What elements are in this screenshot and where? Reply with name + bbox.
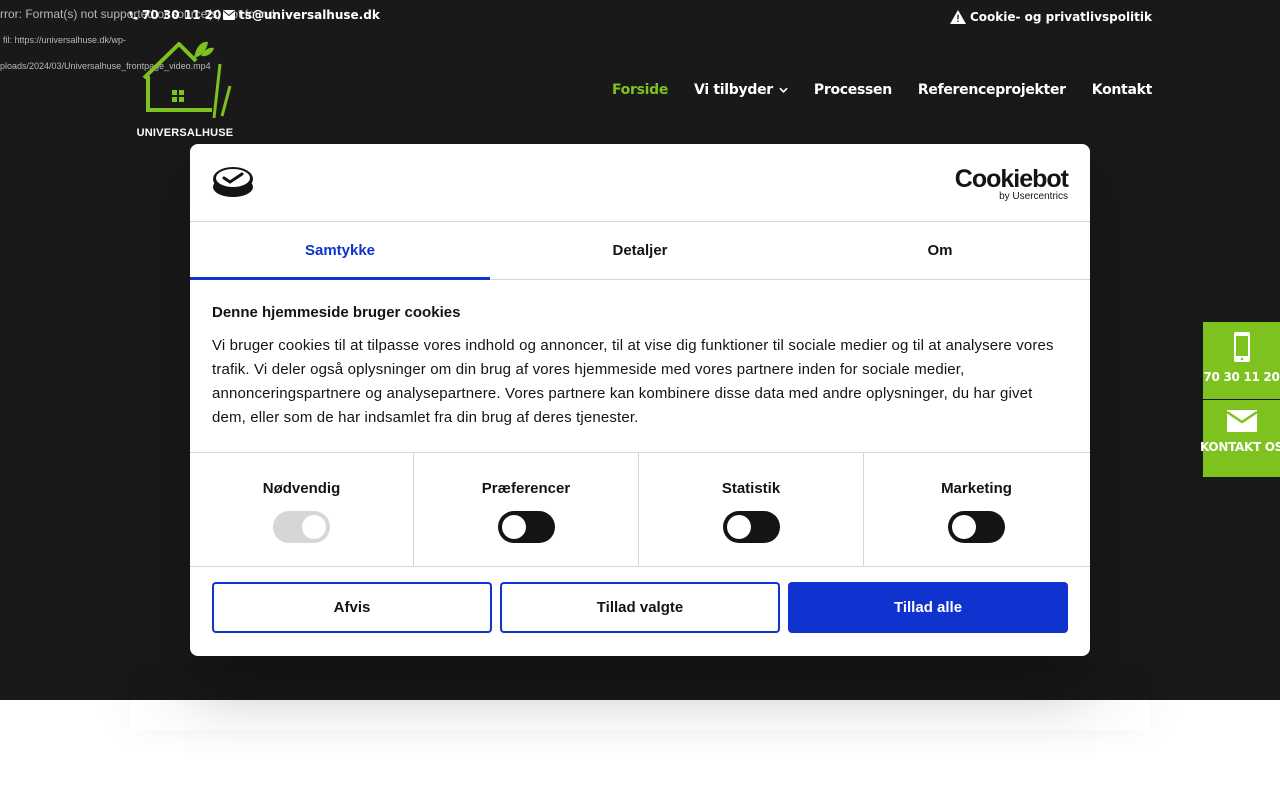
topbar-phone-link[interactable]: 70 30 11 20	[128, 8, 221, 22]
side-phone-label: 70 30 11 20	[1203, 370, 1280, 384]
mobile-phone-icon	[1233, 332, 1250, 362]
dialog-description: Vi bruger cookies til at tilpasse vores …	[212, 337, 1054, 426]
cookiebot-brand-name: Cookiebot	[954, 165, 1069, 193]
consent-preferences: Præferencer	[414, 453, 639, 566]
house-logo-icon	[142, 41, 232, 119]
toggle-knob	[952, 515, 976, 539]
nav-item-vi-tilbyder[interactable]: Vi tilbyder	[694, 82, 788, 98]
phone-icon	[129, 10, 138, 20]
topbar-policy-text: Cookie- og privatlivspolitik	[969, 10, 1152, 24]
consent-categories: Nødvendig Præferencer Statistik Marketin…	[190, 453, 1090, 567]
cookie-consent-dialog: Cookiebot by Usercentrics Samtykke Detal…	[190, 144, 1090, 656]
envelope-icon	[223, 10, 235, 20]
side-contact-label: KONTAKT OS	[1199, 440, 1280, 454]
topbar-phone-text: 70 30 11 20	[142, 8, 222, 22]
dialog-buttons: Afvis Tillad valgte Tillad alle	[190, 567, 1090, 633]
consent-label: Præferencer	[481, 480, 571, 497]
dialog-title: Denne hjemmeside bruger cookies	[212, 304, 461, 321]
nav-item-processen[interactable]: Processen	[814, 82, 892, 98]
consent-label: Nødvendig	[262, 480, 341, 497]
consent-marketing: Marketing	[864, 453, 1089, 566]
main-nav: Forside Vi tilbyder Processen Referencep…	[612, 82, 1152, 98]
toggle-knob	[501, 515, 526, 539]
content-shadow	[130, 700, 1150, 730]
statistics-toggle[interactable]	[722, 511, 780, 543]
cookiebot-badge	[212, 166, 254, 203]
side-contact-widget: 70 30 11 20 KONTAKT OS	[1199, 322, 1280, 477]
nav-label: Processen	[813, 82, 892, 98]
nav-item-referenceprojekter[interactable]: Referenceprojekter	[918, 82, 1066, 98]
side-phone-button[interactable]: 70 30 11 20	[1203, 322, 1280, 399]
preferences-toggle[interactable]	[497, 511, 555, 543]
tab-detaljer[interactable]: Detaljer	[490, 222, 790, 279]
decline-button[interactable]: Afvis	[212, 582, 492, 633]
dialog-tabs: Samtykke Detaljer Om	[190, 222, 1090, 280]
nav-label: Forside	[611, 82, 669, 98]
topbar-email-link[interactable]: ts@universalhuse.dk	[223, 8, 380, 22]
consent-label: Statistik	[721, 480, 781, 497]
consent-necessary: Nødvendig	[190, 453, 414, 566]
allow-selected-button[interactable]: Tillad valgte	[500, 582, 780, 633]
topbar-email-text: ts@universalhuse.dk	[239, 8, 380, 22]
marketing-toggle[interactable]	[948, 511, 1005, 543]
logo-text: UNIVERSALHUSE	[136, 127, 234, 139]
cookiebot-logo-icon	[213, 167, 253, 197]
toggle-knob	[302, 515, 326, 539]
nav-item-forside[interactable]: Forside	[612, 82, 668, 98]
consent-statistics: Statistik	[639, 453, 864, 566]
nav-label: Referenceprojekter	[917, 82, 1066, 98]
topbar-policy-link[interactable]: Cookie- og privatlivspolitik	[949, 10, 1152, 24]
tab-samtykke[interactable]: Samtykke	[190, 222, 490, 280]
nav-label: Kontakt	[1091, 82, 1153, 98]
necessary-toggle	[273, 511, 330, 543]
video-error-file: fil: https://universalhuse.dk/wp-	[3, 35, 127, 45]
site-logo[interactable]: UNIVERSALHUSE	[134, 40, 236, 140]
toggle-knob	[726, 515, 751, 539]
consent-label: Marketing	[941, 480, 1012, 497]
dialog-header: Cookiebot by Usercentrics	[190, 144, 1090, 222]
envelope-icon	[1226, 410, 1257, 432]
tab-om[interactable]: Om	[790, 222, 1090, 279]
nav-label: Vi tilbyder	[694, 82, 773, 98]
cookiebot-brand: Cookiebot by Usercentrics	[954, 165, 1069, 202]
warning-icon	[949, 10, 966, 24]
allow-all-button[interactable]: Tillad alle	[788, 582, 1068, 633]
dialog-body: Denne hjemmeside bruger cookies Vi bruge…	[190, 280, 1090, 453]
side-contact-button[interactable]: KONTAKT OS	[1199, 400, 1280, 477]
chevron-down-icon	[779, 87, 788, 93]
nav-item-kontakt[interactable]: Kontakt	[1091, 82, 1153, 98]
